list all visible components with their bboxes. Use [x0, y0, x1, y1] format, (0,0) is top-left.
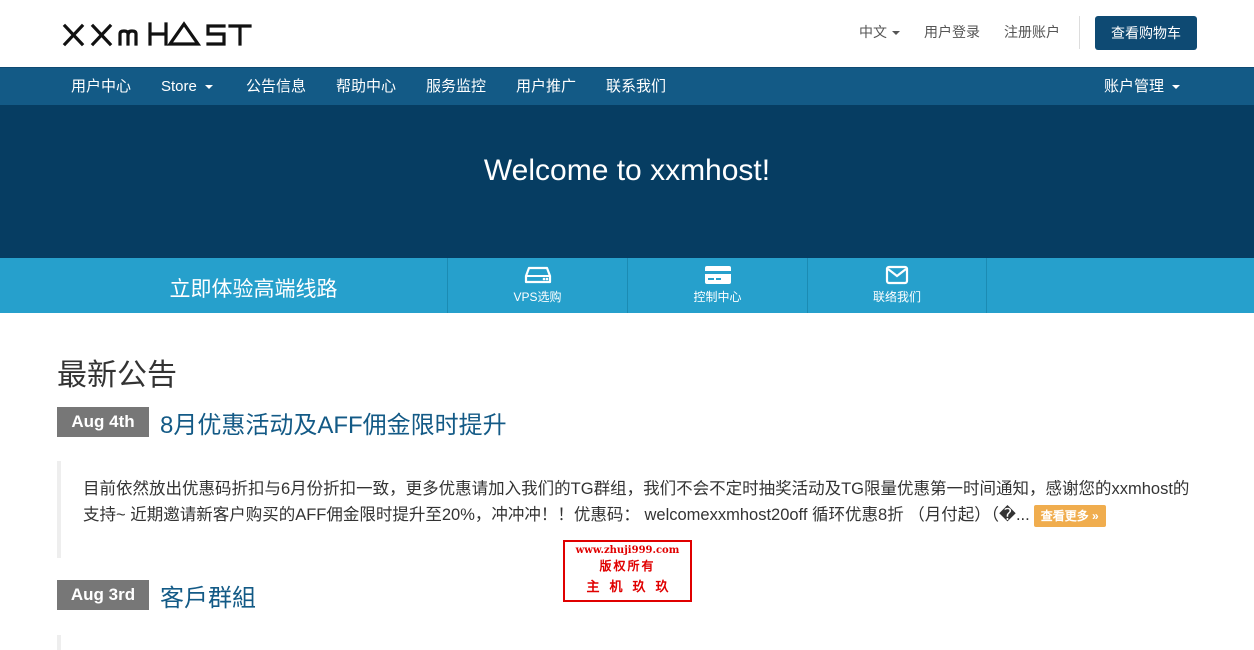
- strip-item-control-center[interactable]: 控制中心: [627, 258, 807, 313]
- nav-item-announcements[interactable]: 公告信息: [246, 68, 306, 105]
- envelope-icon: [885, 265, 909, 285]
- hero-banner: Welcome to xxmhost!: [0, 105, 1254, 258]
- announcement-text: 目前依然放出优惠码折扣与6月份折扣一致，更多优惠请加入我们的TG群组，我们不会不…: [83, 480, 1190, 524]
- announcement-title[interactable]: 客戶群組: [160, 578, 256, 613]
- chevron-down-icon: [1172, 85, 1181, 90]
- strip-item-label: 联络我们: [872, 290, 921, 304]
- strip-item-label: 控制中心: [693, 290, 742, 304]
- divider: [1079, 16, 1080, 49]
- nav-item-contact[interactable]: 联系我们: [606, 68, 666, 105]
- watermark-stamp: www.zhuji999.com 版权所有 主机玖玖: [563, 540, 692, 602]
- nav-item-store[interactable]: Store: [161, 68, 213, 105]
- nav-item-affiliates[interactable]: 用户推广: [516, 68, 576, 105]
- language-selector[interactable]: 中文: [859, 22, 900, 42]
- announcement-body: [57, 635, 1197, 650]
- server-icon: [524, 266, 551, 284]
- site-logo[interactable]: [62, 20, 284, 50]
- strip-item-contact[interactable]: 联络我们: [807, 258, 987, 313]
- register-link[interactable]: 注册账户: [1004, 22, 1060, 42]
- nav-item-account[interactable]: 账户管理: [1104, 68, 1181, 105]
- watermark-line: www.zhuji999.com: [575, 545, 680, 556]
- nav-item-service-status[interactable]: 服务监控: [426, 68, 486, 105]
- strip-item-label: VPS选购: [513, 290, 562, 304]
- login-link[interactable]: 用户登录: [924, 22, 980, 42]
- date-badge: Aug 3rd: [57, 580, 149, 610]
- top-header: 中文 用户登录 注册账户 查看购物车: [0, 0, 1254, 67]
- feature-strip: 立即体验高端线路 VPS选购 控制中心 联络我们: [0, 258, 1254, 313]
- strip-item-vps[interactable]: VPS选购: [447, 258, 627, 313]
- announcement-title[interactable]: 8月优惠活动及AFF佣金限时提升: [160, 405, 507, 440]
- chevron-down-icon: [892, 31, 900, 36]
- chevron-down-icon: [204, 85, 213, 90]
- hero-title: Welcome to xxmhost!: [483, 154, 771, 187]
- watermark-line: 主机玖玖: [586, 580, 679, 595]
- watermark-line: 版权所有: [599, 559, 656, 573]
- view-cart-button[interactable]: 查看购物车: [1095, 16, 1197, 50]
- strip-lead-text: 立即体验高端线路: [169, 278, 338, 301]
- credit-card-icon: [704, 266, 731, 284]
- nav-item-help-center[interactable]: 帮助中心: [336, 68, 396, 105]
- read-more-button[interactable]: 查看更多 »: [1033, 504, 1106, 527]
- section-title: 最新公告: [57, 359, 177, 392]
- date-badge: Aug 4th: [57, 407, 149, 437]
- nav-item-user-center[interactable]: 用户中心: [71, 68, 131, 105]
- main-nav: 用户中心 Store 公告信息 帮助中心 服务监控 用户推广 联系我们 账户管理: [0, 67, 1254, 105]
